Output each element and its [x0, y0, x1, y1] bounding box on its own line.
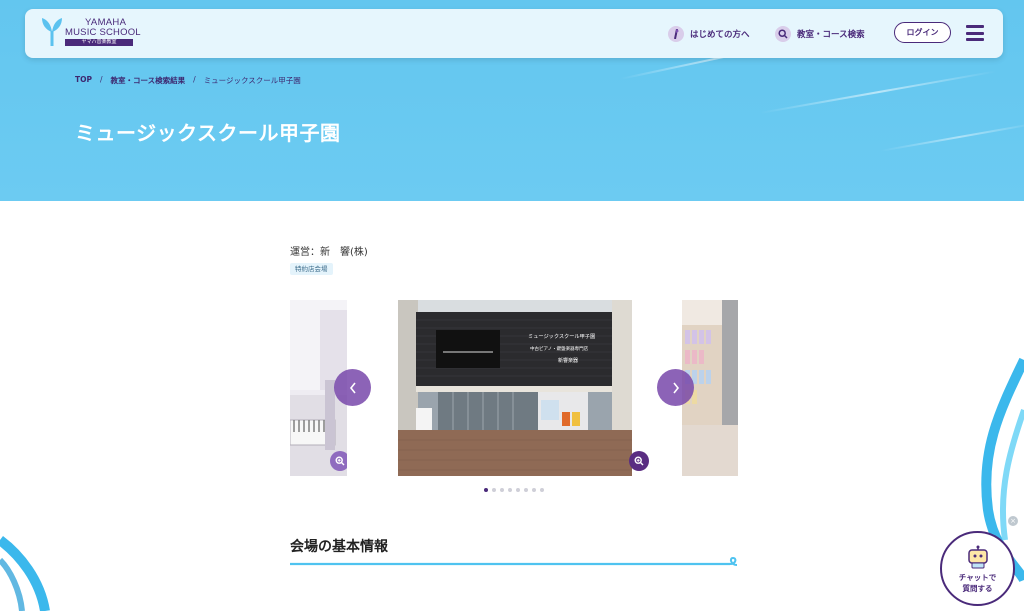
carousel-dot[interactable]: [500, 488, 504, 492]
store-sign-line3: 新響楽器: [558, 357, 578, 364]
carousel-dot[interactable]: [492, 488, 496, 492]
chat-button[interactable]: チャットで 質問する: [940, 531, 1015, 606]
store-sign-line2: 中古ピアノ・鍵盤楽器専門店: [530, 345, 589, 352]
logo-line2: MUSIC SCHOOL: [65, 27, 141, 38]
photo-carousel: ミュージックスクール甲子園 中古ピアノ・鍵盤楽器専門店 新響楽器: [290, 300, 738, 476]
login-button[interactable]: ログイン: [894, 22, 951, 43]
site-logo[interactable]: YAMAHA MUSIC SCHOOL ヤマハ音楽教室: [41, 17, 161, 53]
venue-type-badge: 特約店会場: [290, 263, 333, 275]
page-title: ミュージックスクール甲子園: [75, 121, 341, 145]
nav-search[interactable]: 教室・コース検索: [775, 25, 865, 43]
breadcrumb: TOP / 教室・コース検索結果 / ミュージックスクール甲子園: [75, 75, 301, 86]
robot-icon: [967, 545, 988, 569]
section-title: 会場の基本情報: [290, 539, 388, 555]
operator-text: 運営：新 響(株): [290, 247, 368, 258]
section-underline: [290, 556, 738, 566]
decorative-ribbon-left: [0, 536, 50, 611]
carousel-slide-active[interactable]: ミュージックスクール甲子園 中古ピアノ・鍵盤楽器専門店 新響楽器: [398, 300, 632, 476]
sprout-logo-icon: [42, 18, 62, 46]
chevron-left-icon: [349, 382, 356, 393]
carousel-dot[interactable]: [484, 488, 488, 492]
carousel-prev-button[interactable]: [334, 369, 371, 406]
hamburger-menu-icon[interactable]: [966, 25, 984, 41]
nav-beginners[interactable]: はじめての方へ: [668, 25, 750, 43]
chat-label-line2: 質問する: [962, 584, 993, 593]
chat-close-button[interactable]: ×: [1008, 516, 1018, 526]
carousel-dot[interactable]: [508, 488, 512, 492]
zoom-in-icon[interactable]: [629, 451, 649, 471]
carousel-dot[interactable]: [540, 488, 544, 492]
logo-sub: ヤマハ音楽教室: [65, 39, 133, 46]
carousel-dot[interactable]: [524, 488, 528, 492]
carousel-pagination: [484, 488, 544, 492]
carousel-next-button[interactable]: [657, 369, 694, 406]
search-icon: [775, 26, 791, 42]
chat-label-line1: チャットで: [958, 573, 997, 582]
nav-search-label: 教室・コース検索: [797, 30, 865, 40]
chevron-right-icon: [672, 382, 679, 393]
site-header: YAMAHA MUSIC SCHOOL ヤマハ音楽教室 はじめての方へ 教室・コ…: [25, 9, 1003, 58]
storefront-photo: ミュージックスクール甲子園 中古ピアノ・鍵盤楽器専門店 新響楽器: [398, 300, 632, 476]
zoom-in-icon[interactable]: [330, 451, 347, 471]
nav-beginners-label: はじめての方へ: [690, 30, 750, 40]
carousel-dot[interactable]: [532, 488, 536, 492]
breadcrumb-search-results[interactable]: 教室・コース検索結果: [111, 75, 186, 86]
store-sign-line1: ミュージックスクール甲子園: [528, 333, 595, 340]
breadcrumb-top[interactable]: TOP: [75, 75, 92, 86]
hero-streak: [759, 70, 997, 114]
breadcrumb-current: ミュージックスクール甲子園: [203, 76, 301, 85]
carousel-dot[interactable]: [516, 488, 520, 492]
breadcrumb-separator: /: [100, 75, 103, 84]
info-icon: [668, 26, 684, 42]
breadcrumb-separator: /: [193, 75, 196, 84]
hero-streak: [879, 122, 1024, 152]
